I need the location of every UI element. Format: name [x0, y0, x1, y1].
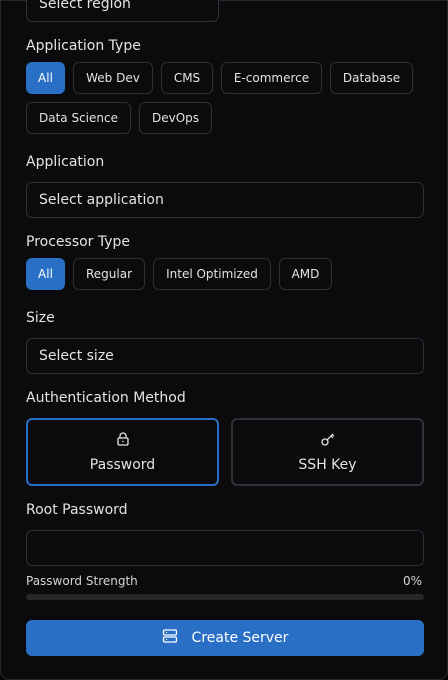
- root-password-input[interactable]: [26, 530, 424, 566]
- create-server-panel: Select region Application Type All Web D…: [0, 0, 448, 680]
- application-type-label: Application Type: [26, 38, 141, 54]
- create-server-button[interactable]: Create Server: [26, 620, 424, 656]
- size-select-placeholder: Select size: [39, 348, 114, 364]
- password-strength-value: 0%: [402, 574, 422, 588]
- processor-type-label: Processor Type: [26, 234, 131, 250]
- app-type-chip-web-dev[interactable]: Web Dev: [73, 62, 153, 94]
- app-type-chip-all[interactable]: All: [26, 62, 65, 94]
- auth-option-password-label: Password: [89, 457, 156, 473]
- region-select[interactable]: Select region: [26, 0, 219, 22]
- password-strength-bar: [26, 594, 424, 600]
- application-label: Application: [26, 154, 105, 170]
- create-server-label: Create Server: [191, 630, 289, 646]
- lock-icon: [115, 431, 131, 451]
- application-select-placeholder: Select application: [39, 192, 164, 208]
- app-type-chip-ecommerce[interactable]: E-commerce: [221, 62, 322, 94]
- processor-chip-regular[interactable]: Regular: [73, 258, 145, 290]
- app-type-chip-database[interactable]: Database: [330, 62, 413, 94]
- server-icon: [162, 628, 178, 648]
- size-select[interactable]: Select size: [26, 338, 424, 374]
- key-icon: [320, 431, 336, 451]
- region-select-placeholder: Select region: [39, 0, 131, 12]
- auth-method-label: Authentication Method: [26, 390, 186, 406]
- app-type-chip-cms[interactable]: CMS: [161, 62, 213, 94]
- auth-option-ssh-key[interactable]: SSH Key: [231, 418, 424, 486]
- auth-option-ssh-key-label: SSH Key: [298, 457, 357, 473]
- app-type-chip-devops[interactable]: DevOps: [139, 102, 212, 134]
- password-strength-label: Password Strength: [26, 574, 138, 588]
- app-type-chip-data-science[interactable]: Data Science: [26, 102, 131, 134]
- application-select[interactable]: Select application: [26, 182, 424, 218]
- processor-chip-intel-optimized[interactable]: Intel Optimized: [153, 258, 271, 290]
- processor-chip-amd[interactable]: AMD: [279, 258, 332, 290]
- size-label: Size: [26, 310, 55, 326]
- processor-chip-all[interactable]: All: [26, 258, 65, 290]
- root-password-label: Root Password: [26, 502, 128, 518]
- auth-option-password[interactable]: Password: [26, 418, 219, 486]
